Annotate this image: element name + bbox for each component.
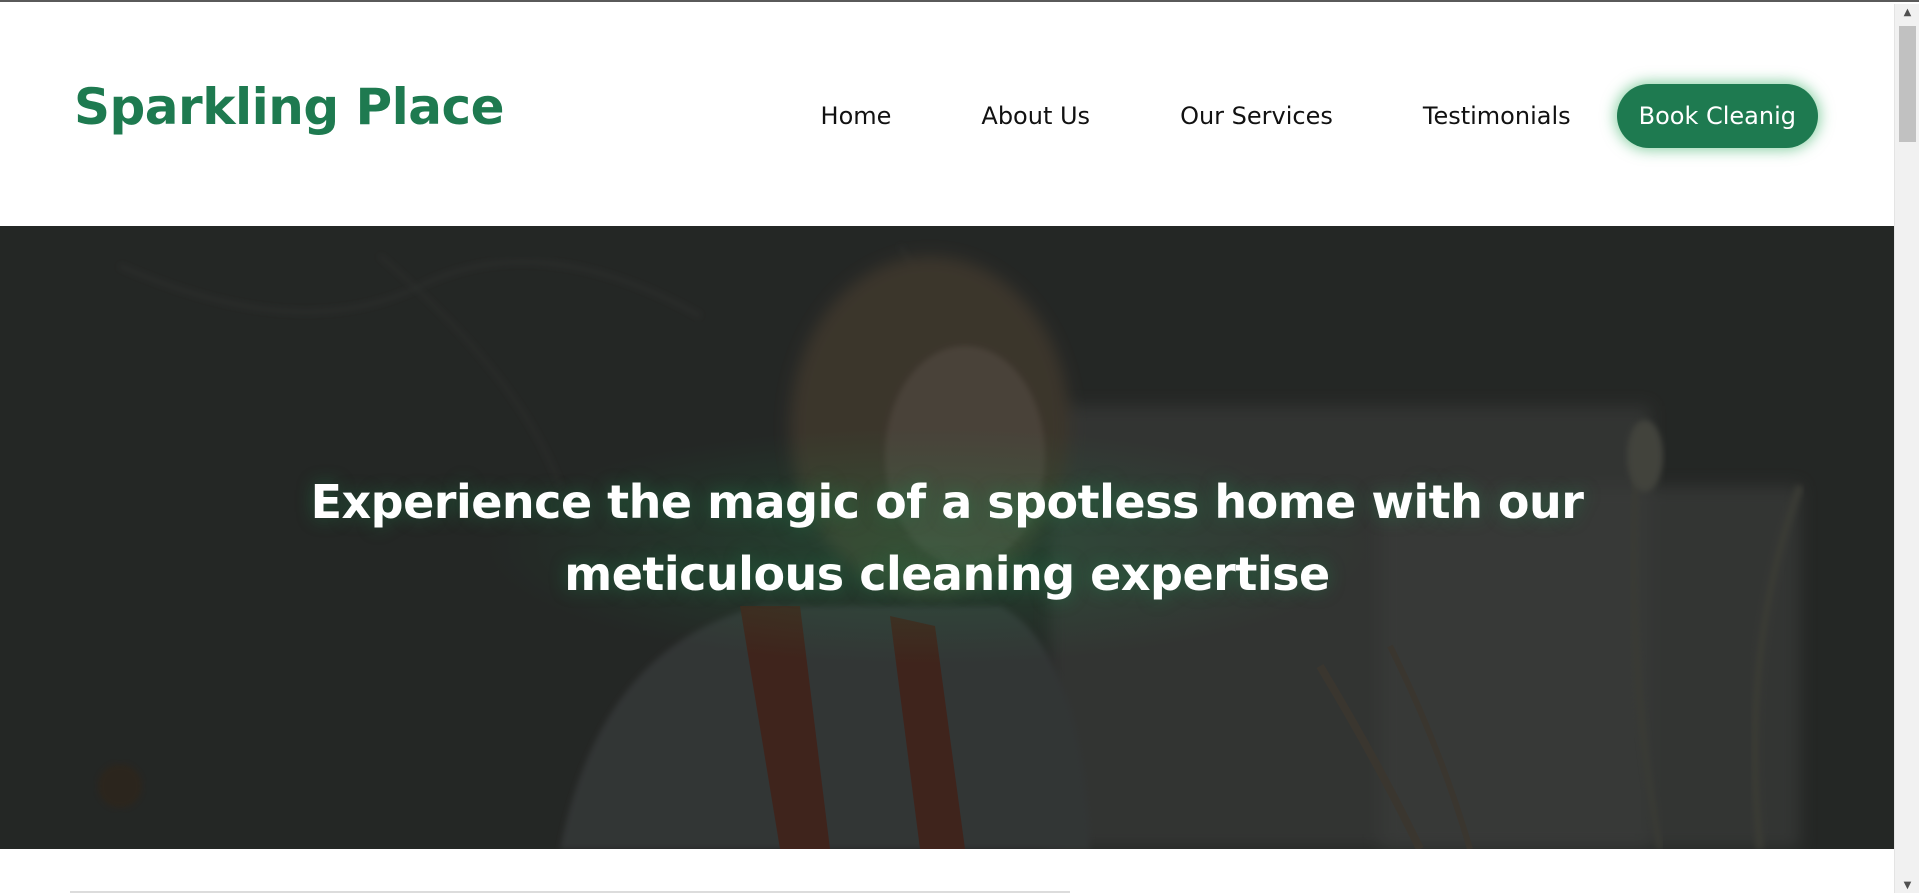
main-nav: Home About Us Our Services Testimonials …: [821, 84, 1818, 148]
arrow-up-icon[interactable]: ▲: [1895, 4, 1919, 22]
nav-link-our-services[interactable]: Our Services: [1180, 102, 1333, 130]
next-section-top: [0, 849, 1894, 893]
brand-logo[interactable]: Sparkling Place: [74, 82, 505, 132]
hero-heading: Experience the magic of a spotless home …: [310, 475, 1584, 601]
arrow-down-icon[interactable]: ▼: [1895, 877, 1919, 893]
browser-viewport: Sparkling Place Home About Us Our Servic…: [0, 0, 1919, 893]
nav-link-about-us[interactable]: About Us: [981, 102, 1090, 130]
page-scrollbar[interactable]: ▲ ▼: [1894, 4, 1919, 893]
book-cleaning-button[interactable]: Book Cleanig: [1616, 84, 1818, 148]
site-header: Sparkling Place Home About Us Our Servic…: [0, 2, 1894, 226]
hero-section: Experience the magic of a spotless home …: [0, 226, 1894, 849]
scrollbar-thumb[interactable]: [1899, 26, 1916, 142]
nav-link-testimonials[interactable]: Testimonials: [1423, 102, 1571, 130]
nav-link-home[interactable]: Home: [821, 102, 892, 130]
